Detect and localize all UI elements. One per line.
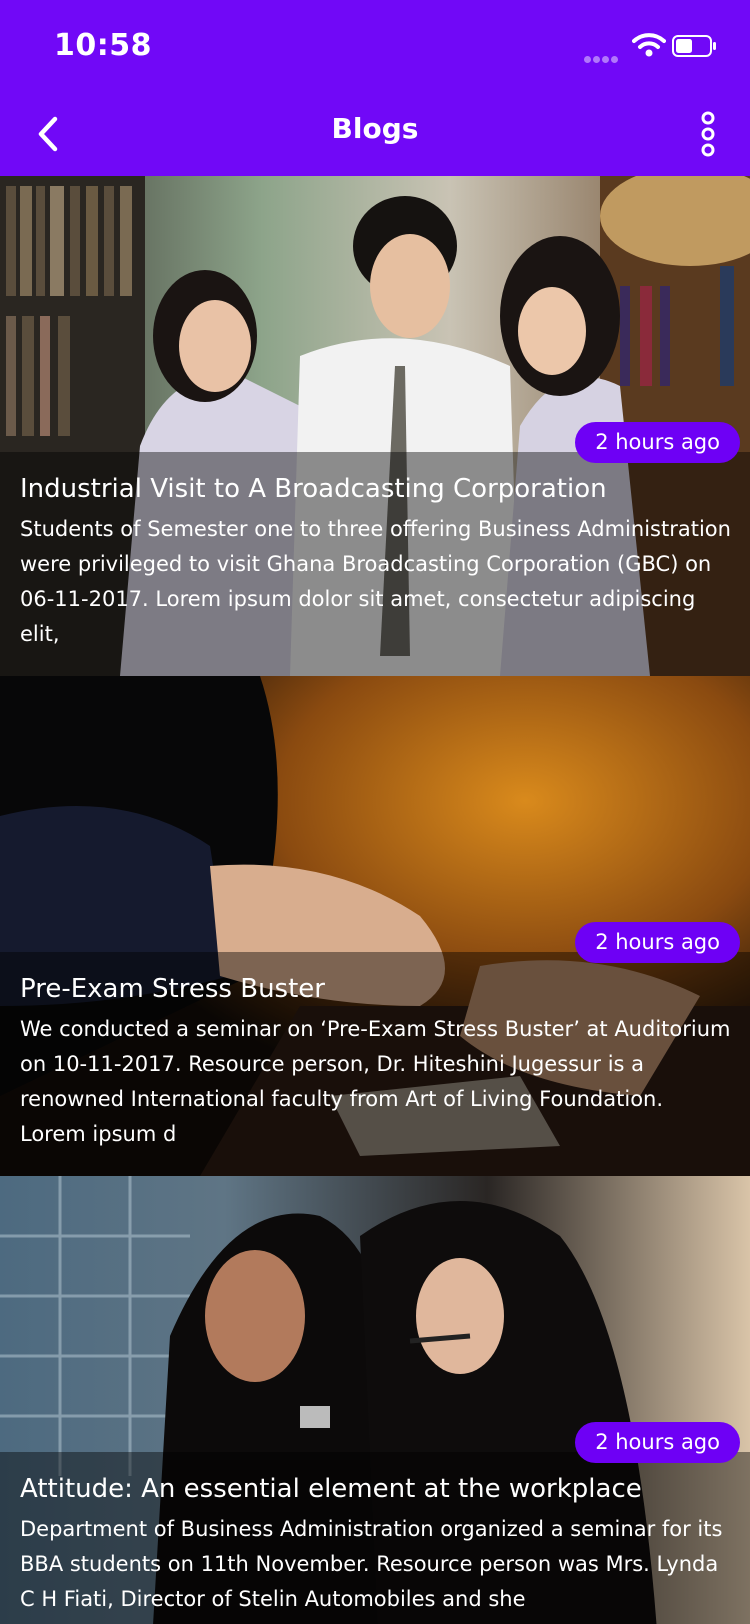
blog-title: Pre-Exam Stress Buster [20,974,325,1004]
blog-title: Industrial Visit to A Broadcasting Corpo… [20,474,607,504]
top-bar: 10:58 Blogs [0,0,750,176]
battery-icon [672,34,718,58]
time-ago-badge: 2 hours ago [575,1422,740,1463]
blog-excerpt: We conducted a seminar on ‘Pre-Exam Stre… [20,1017,731,1146]
blog-list: 2 hours ago Industrial Visit to A Broadc… [0,176,750,1624]
app-root: 10:58 Blogs 2 hours ago Industrial Visit… [0,0,750,1624]
blog-excerpt: Students of Semester one to three offeri… [20,517,731,646]
time-ago-badge: 2 hours ago [575,922,740,963]
time-ago-badge: 2 hours ago [575,422,740,463]
blog-card[interactable]: 2 hours ago Attitude: An essential eleme… [0,1176,750,1624]
blog-title: Attitude: An essential element at the wo… [20,1474,642,1504]
page-title: Blogs [331,112,419,145]
blog-card[interactable]: 2 hours ago Pre-Exam Stress Buster We co… [0,676,750,1176]
status-time: 10:58 [54,28,152,63]
blog-card[interactable]: 2 hours ago Industrial Visit to A Broadc… [0,176,750,676]
more-options-button[interactable] [686,104,730,164]
blog-excerpt: Department of Business Administration or… [20,1517,723,1611]
navigation-bar: Blogs [0,92,750,176]
more-vertical-icon [701,111,715,157]
wifi-icon [632,32,666,58]
cellular-signal-icon [584,48,624,63]
status-bar: 10:58 [0,0,750,92]
